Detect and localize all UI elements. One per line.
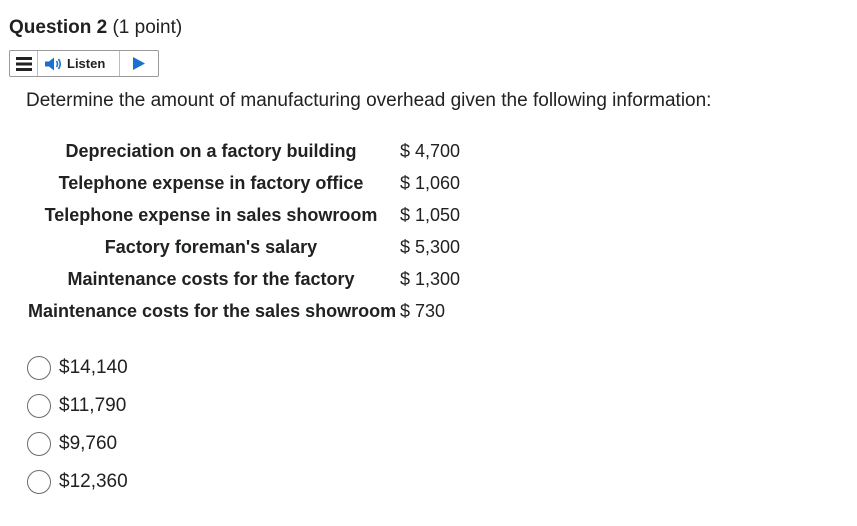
cost-label: Maintenance costs for the factory xyxy=(67,269,355,289)
question-prompt: Determine the amount of manufacturing ov… xyxy=(26,90,712,111)
answer-label[interactable]: $11,790 xyxy=(59,395,126,417)
cost-value: $ 1,060 xyxy=(400,173,461,193)
listen-button[interactable]: Listen xyxy=(38,51,120,76)
radio-button[interactable] xyxy=(27,356,51,380)
radio-button[interactable] xyxy=(27,432,51,456)
cost-table: Depreciation on a factory building $ 4,7… xyxy=(0,135,520,327)
answer-option[interactable]: $11,790 xyxy=(27,387,128,425)
cost-value: $ 4,700 xyxy=(400,141,461,161)
cost-row: Maintenance costs for the factory $ 1,30… xyxy=(0,263,520,295)
cost-label: Factory foreman's salary xyxy=(104,237,318,257)
answer-option[interactable]: $14,140 xyxy=(27,349,128,387)
hamburger-menu-icon xyxy=(15,56,32,71)
quiz-page: Question 2 (1 point) Listen Determine th… xyxy=(0,0,857,526)
cost-label: Telephone expense in sales showroom xyxy=(44,205,378,225)
cost-row: Telephone expense in factory office $ 1,… xyxy=(0,167,520,199)
radio-button[interactable] xyxy=(27,470,51,494)
listen-label: Listen xyxy=(67,56,106,71)
speaker-icon xyxy=(45,57,62,70)
cost-value: $ 1,050 xyxy=(400,205,461,225)
answer-label[interactable]: $9,760 xyxy=(59,433,117,455)
question-title: Question 2 xyxy=(9,17,108,38)
cost-label: Telephone expense in factory office xyxy=(58,173,364,193)
cost-label: Maintenance costs for the sales showroom xyxy=(28,301,397,321)
answer-label[interactable]: $14,140 xyxy=(59,357,128,379)
cost-value: $ 5,300 xyxy=(400,237,461,257)
cost-row: Maintenance costs for the sales showroom… xyxy=(0,295,520,327)
answer-label[interactable]: $12,360 xyxy=(59,471,128,493)
radio-button[interactable] xyxy=(27,394,51,418)
question-points: (1 point) xyxy=(112,17,183,38)
answer-options: $14,140 $11,790 $9,760 $12,360 xyxy=(27,349,128,501)
cost-row: Telephone expense in sales showroom $ 1,… xyxy=(0,199,520,231)
cost-row: Depreciation on a factory building $ 4,7… xyxy=(0,135,520,167)
menu-button[interactable] xyxy=(10,51,38,76)
answer-option[interactable]: $9,760 xyxy=(27,425,128,463)
question-header: Question 2 (1 point) xyxy=(9,15,182,41)
cost-row: Factory foreman's salary $ 5,300 xyxy=(0,231,520,263)
cost-value: $ 1,300 xyxy=(400,269,461,289)
cost-label: Depreciation on a factory building xyxy=(65,141,357,161)
listen-toolbar: Listen xyxy=(9,50,159,77)
answer-option[interactable]: $12,360 xyxy=(27,463,128,501)
play-icon xyxy=(133,57,145,70)
play-button[interactable] xyxy=(120,51,158,76)
cost-value: $ 730 xyxy=(400,301,446,321)
